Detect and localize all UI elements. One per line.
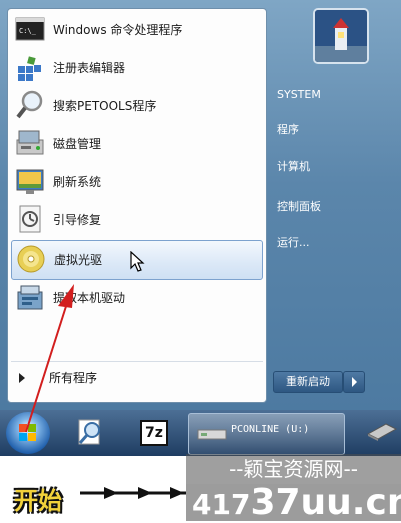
program-item-disk-management[interactable]: 磁盘管理 (11, 125, 263, 163)
watermark-prefix: 417 (192, 488, 251, 521)
windows-logo-icon (19, 424, 36, 441)
mouse-cursor-icon (130, 251, 145, 272)
chevron-right-icon (352, 377, 357, 387)
registry-editor-icon (15, 52, 45, 82)
program-item-extract-driver[interactable]: 提取本机驱动 (11, 279, 263, 317)
user-name-link[interactable]: SYSTEM (277, 83, 387, 107)
program-label: 磁盘管理 (53, 137, 102, 151)
right-link-control-panel[interactable]: 控制面板 (277, 195, 387, 219)
program-item-boot-repair[interactable]: 引导修复 (11, 201, 263, 239)
search-doc-icon (78, 419, 100, 445)
taskbar-7zip-button[interactable]: 7z (140, 420, 168, 446)
watermark-title: --颖宝资源网-- (186, 454, 401, 484)
taskbar-drive-button[interactable]: PCONLINE (U:) (188, 413, 345, 455)
all-programs-button[interactable]: 所有程序 (11, 361, 263, 394)
restart-button[interactable]: 重新启动 (273, 371, 343, 393)
start-annotation-label: 开始 (14, 487, 62, 515)
watermark-domain: 37uu.cn (250, 482, 401, 523)
program-item-registry-editor[interactable]: 注册表编辑器 (11, 49, 263, 87)
boot-repair-icon (15, 204, 45, 234)
drive-label: PCONLINE (U:) (231, 424, 310, 435)
magnifier-icon (15, 90, 45, 120)
program-label: 搜索PETOOLS程序 (53, 99, 157, 113)
program-item-cmd[interactable]: C:\_ Windows 命令处理程序 (11, 11, 263, 49)
program-item-refresh-system[interactable]: 刷新系统 (11, 163, 263, 201)
refresh-desktop-icon (15, 166, 45, 196)
cd-drive-icon (16, 244, 46, 274)
program-label: 刷新系统 (53, 175, 102, 189)
cmd-icon: C:\_ (15, 14, 45, 44)
program-item-search-petools[interactable]: 搜索PETOOLS程序 (11, 87, 263, 125)
tray-drive-icon[interactable] (366, 420, 398, 442)
right-link-computer[interactable]: 计算机 (277, 155, 387, 179)
program-label: Windows 命令处理程序 (53, 23, 183, 37)
expand-arrow-icon (19, 373, 25, 383)
taskbar-search-button[interactable] (76, 417, 106, 447)
program-item-virtual-cd-drive[interactable]: 虚拟光驱 (11, 240, 263, 280)
program-label: 注册表编辑器 (53, 61, 126, 75)
usb-drive-icon (197, 429, 227, 440)
disk-management-icon (15, 128, 45, 158)
watermark-url: 41737uu.cn (186, 484, 401, 521)
start-menu: C:\_ Windows 命令处理程序 注册表编辑器 搜索PETOOLS程序 磁… (0, 0, 401, 410)
driver-extract-icon (15, 282, 45, 312)
program-label: 提取本机驱动 (53, 291, 126, 305)
right-link-programs[interactable]: 程序 (277, 118, 387, 142)
user-avatar[interactable] (313, 8, 369, 64)
start-menu-program-list: C:\_ Windows 命令处理程序 注册表编辑器 搜索PETOOLS程序 磁… (7, 8, 267, 403)
all-programs-label: 所有程序 (49, 371, 98, 385)
svg-text:C:\_: C:\_ (19, 27, 37, 35)
program-label: 引导修复 (53, 213, 102, 227)
right-link-run[interactable]: 运行... (277, 231, 387, 255)
start-button[interactable] (6, 412, 50, 454)
program-label: 虚拟光驱 (54, 253, 103, 267)
shutdown-options-button[interactable] (343, 371, 365, 393)
